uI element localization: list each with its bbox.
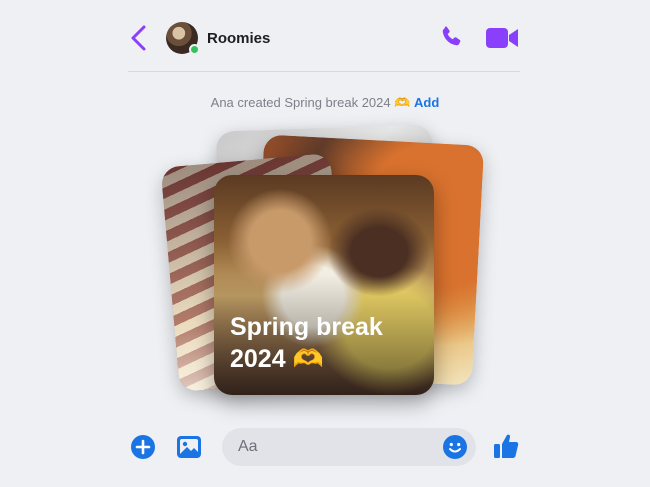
chat-header: Roomies [128, 18, 520, 58]
image-icon[interactable] [176, 434, 202, 460]
plus-circle-icon[interactable] [130, 434, 156, 460]
message-composer [128, 428, 522, 466]
chat-title[interactable]: Roomies [207, 30, 270, 47]
message-input[interactable] [222, 428, 476, 466]
add-link[interactable]: Add [414, 95, 439, 110]
smiley-icon[interactable] [442, 434, 468, 460]
album-cover-card[interactable]: Spring break 2024 🫶 [214, 175, 434, 395]
thumbs-up-icon[interactable] [492, 432, 520, 460]
album-title: Spring break 2024 🫶 [230, 313, 383, 373]
video-camera-icon[interactable] [485, 26, 519, 50]
system-message-text: Ana created Spring break 2024 🫶 [210, 95, 411, 110]
phone-icon[interactable] [438, 24, 464, 50]
system-message: Ana created Spring break 2024 🫶 Add [0, 95, 650, 111]
header-divider [128, 71, 520, 72]
chevron-left-icon[interactable] [128, 24, 150, 52]
online-indicator [189, 44, 200, 55]
avatar[interactable] [166, 22, 200, 55]
